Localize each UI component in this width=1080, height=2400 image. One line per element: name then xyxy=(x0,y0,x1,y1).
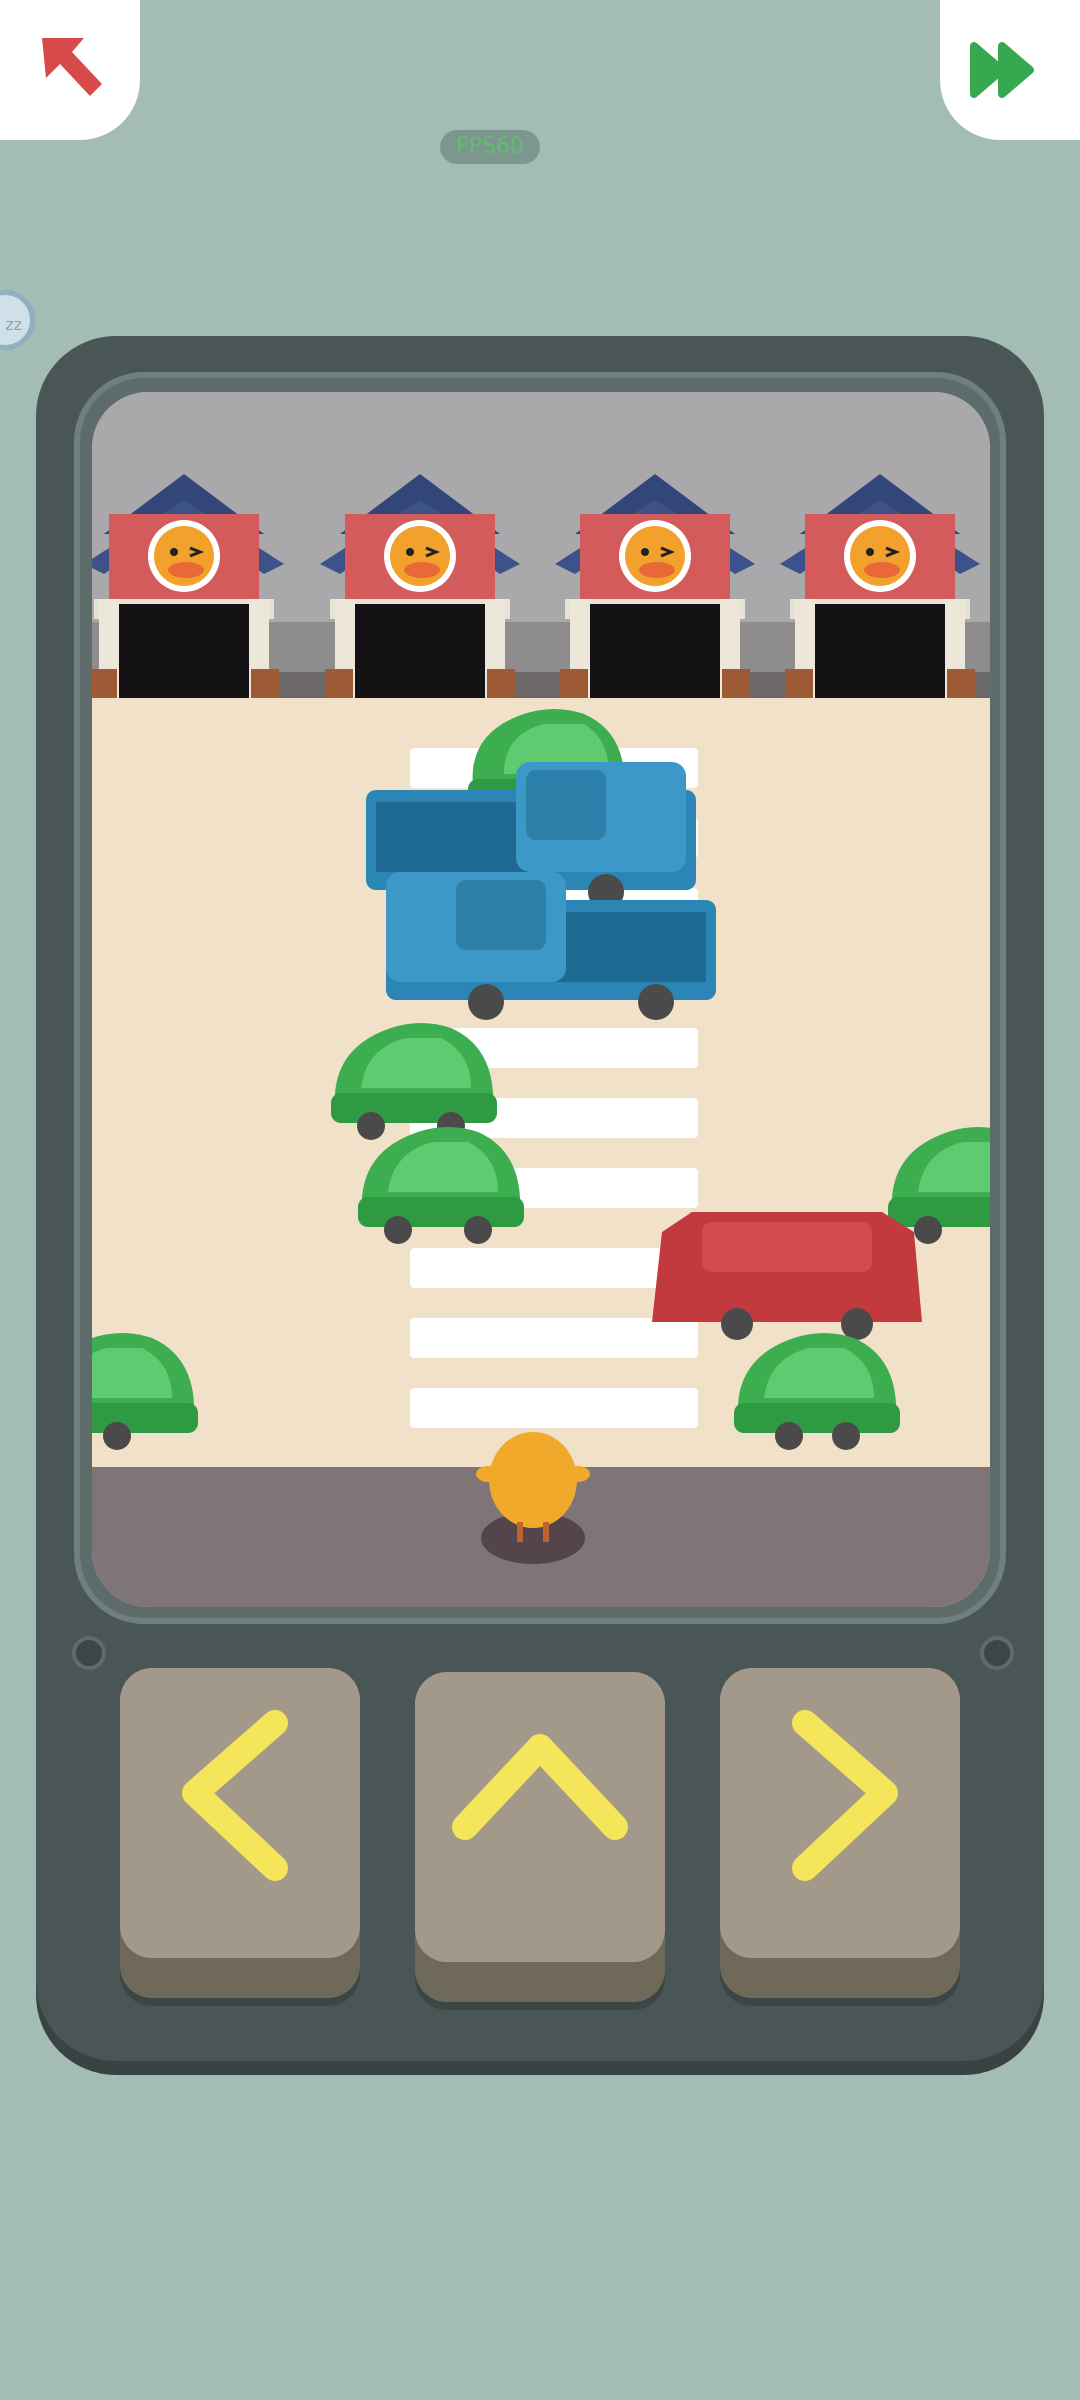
red-car xyxy=(652,1212,922,1340)
screw xyxy=(72,1636,106,1670)
chevron-up-icon xyxy=(452,1734,628,1840)
up-button[interactable] xyxy=(415,1672,665,1962)
arrow-up-left-icon xyxy=(42,38,102,96)
fps-counter: FPS60 xyxy=(440,130,540,164)
game-screen xyxy=(92,392,990,1607)
back-button[interactable] xyxy=(0,0,140,140)
left-button[interactable] xyxy=(120,1668,360,1958)
skip-button[interactable] xyxy=(940,0,1080,140)
fast-forward-icon xyxy=(970,42,1034,98)
game-scene xyxy=(92,392,990,1607)
chevron-right-icon xyxy=(792,1710,898,1881)
sleep-indicator: zz xyxy=(0,290,35,350)
chevron-left-icon xyxy=(182,1710,288,1881)
screw xyxy=(980,1636,1014,1670)
right-button[interactable] xyxy=(720,1668,960,1958)
